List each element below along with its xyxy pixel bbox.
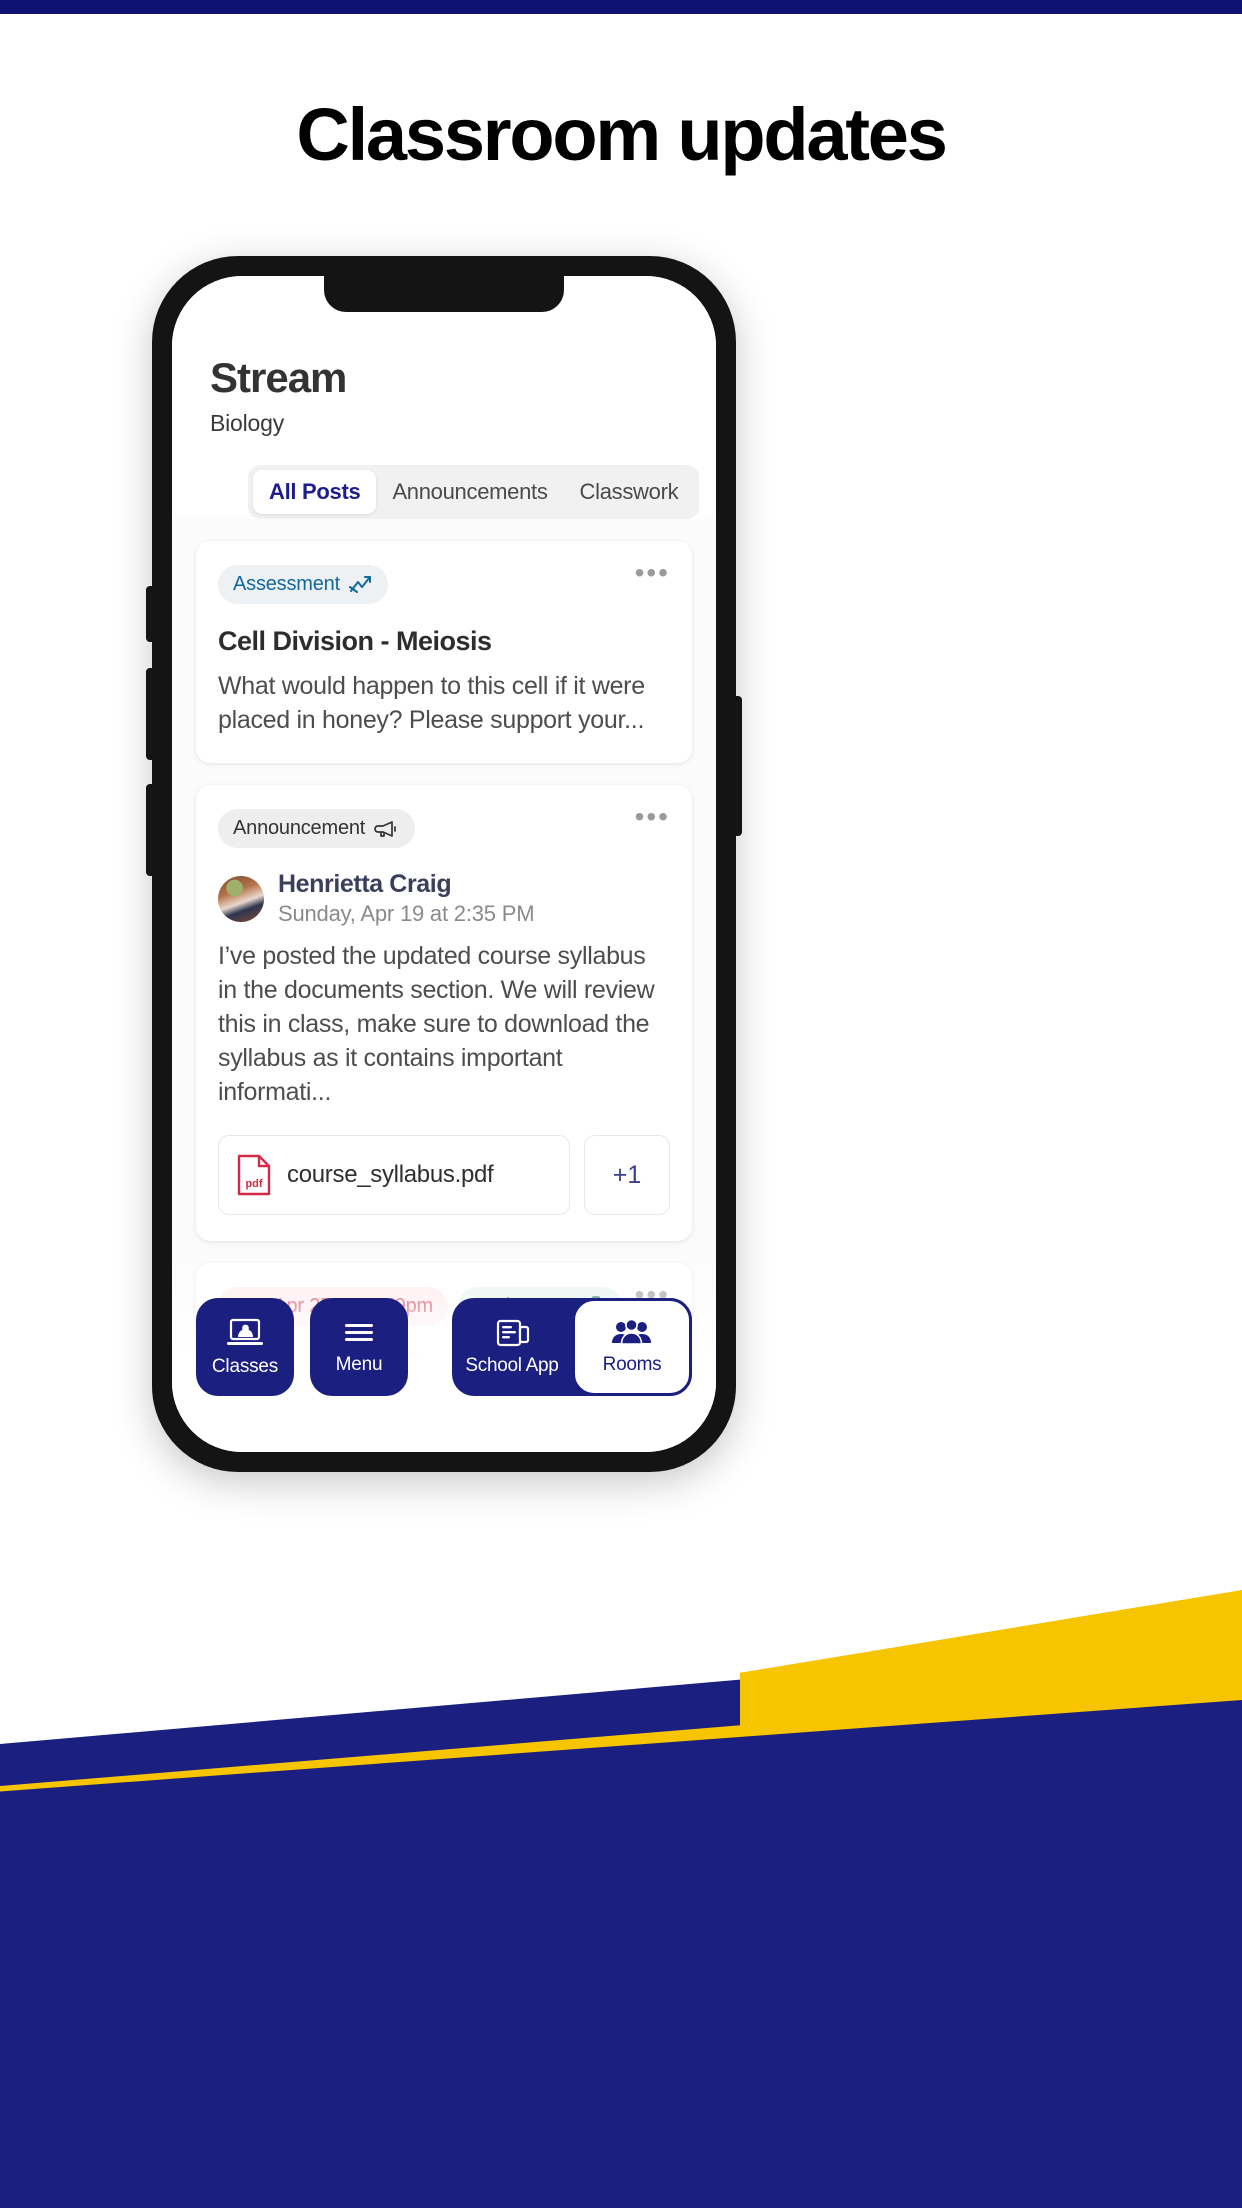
page-title: Classroom updates bbox=[296, 93, 948, 176]
post-title: Cell Division - Meiosis bbox=[218, 626, 492, 657]
status-badge-assessment: Assessment bbox=[218, 565, 388, 605]
attachment-row: pdf course_syllabus.pdf +1 bbox=[218, 1135, 670, 1216]
nav-label: Menu bbox=[335, 1353, 383, 1375]
badge-label: Assessment bbox=[233, 573, 340, 596]
author-name: Henrietta Craig bbox=[278, 870, 452, 899]
attachment-filename: course_syllabus.pdf bbox=[287, 1161, 494, 1189]
phone-volume-up-button bbox=[146, 668, 154, 760]
phone-mute-switch bbox=[146, 586, 154, 642]
nav-button-rooms[interactable]: Rooms bbox=[572, 1298, 692, 1396]
post-card-assessment[interactable]: ••• Assessment Cell Division - Meiosis W… bbox=[196, 541, 692, 764]
pdf-file-icon: pdf bbox=[237, 1154, 271, 1196]
phone-screen: Stream Biology All Posts Announcements C… bbox=[172, 276, 716, 1452]
people-group-icon bbox=[612, 1318, 651, 1345]
post-card-announcement[interactable]: ••• Announcement Henrietta Craig Sunday,… bbox=[196, 785, 692, 1242]
tab-classwork[interactable]: Classwork bbox=[564, 470, 695, 514]
card-badges: Announcement bbox=[218, 809, 670, 849]
tab-all-posts[interactable]: All Posts bbox=[253, 470, 377, 515]
filter-tabs: All Posts Announcements Classwork bbox=[248, 465, 700, 520]
svg-text:pdf: pdf bbox=[245, 1178, 262, 1190]
avatar bbox=[218, 875, 264, 922]
badge-label: Announcement bbox=[233, 817, 366, 840]
post-body: What would happen to this cell if it wer… bbox=[218, 672, 645, 735]
app-container: Stream Biology All Posts Announcements C… bbox=[172, 276, 716, 1452]
phone-notch bbox=[324, 276, 564, 312]
attachment-more-count[interactable]: +1 bbox=[584, 1135, 670, 1216]
mobile-document-icon bbox=[496, 1319, 530, 1346]
tab-announcements[interactable]: Announcements bbox=[376, 470, 563, 514]
phone-volume-down-button bbox=[146, 784, 154, 876]
nav-button-menu[interactable]: Menu bbox=[310, 1298, 408, 1396]
megaphone-icon bbox=[374, 820, 397, 837]
top-accent-bar bbox=[0, 0, 1242, 14]
nav-button-school-app[interactable]: School App bbox=[452, 1298, 572, 1396]
post-timestamp: Sunday, Apr 19 at 2:35 PM bbox=[278, 901, 535, 927]
status-badge-announcement: Announcement bbox=[218, 809, 416, 849]
more-options-icon[interactable]: ••• bbox=[635, 803, 670, 831]
card-badges: Assessment bbox=[218, 565, 670, 605]
nav-label: Rooms bbox=[602, 1353, 662, 1375]
more-options-icon[interactable]: ••• bbox=[635, 559, 670, 587]
course-name: Biology bbox=[210, 410, 285, 437]
bottom-navigation: Classes Menu School App Rooms bbox=[172, 1298, 716, 1396]
laptop-person-icon bbox=[227, 1318, 263, 1345]
post-author-row: Henrietta Craig Sunday, Apr 19 at 2:35 P… bbox=[218, 870, 670, 927]
phone-mockup: Stream Biology All Posts Announcements C… bbox=[146, 256, 742, 1472]
post-body: I’ve posted the updated course syllabus … bbox=[218, 942, 655, 1107]
trend-chart-icon bbox=[348, 575, 371, 593]
author-meta: Henrietta Craig Sunday, Apr 19 at 2:35 P… bbox=[278, 870, 535, 927]
phone-power-button bbox=[734, 696, 742, 836]
attachment-item[interactable]: pdf course_syllabus.pdf bbox=[218, 1135, 570, 1216]
hamburger-icon bbox=[345, 1323, 373, 1341]
nav-label: School App bbox=[465, 1354, 559, 1376]
nav-segmented-group: School App Rooms bbox=[452, 1298, 692, 1396]
nav-button-classes[interactable]: Classes bbox=[196, 1298, 294, 1396]
stream-heading: Stream bbox=[210, 354, 347, 401]
nav-label: Classes bbox=[211, 1355, 279, 1377]
app-header: Stream Biology All Posts Announcements C… bbox=[172, 276, 716, 520]
